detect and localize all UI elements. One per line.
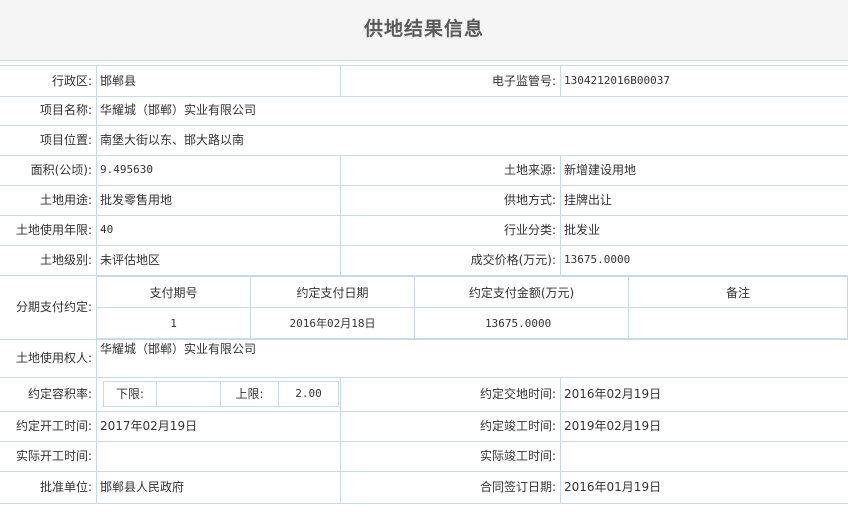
- row-project-location: 项目位置: 南堡大街以东、邯大路以南: [0, 126, 848, 156]
- price-label: 成交价格(万元):: [470, 253, 556, 267]
- installment-header-row: 支付期号 约定支付日期 约定支付金额(万元) 备注: [96, 276, 848, 308]
- actual-start-value: [96, 442, 340, 471]
- project-name-value: 华耀城（邯郸）实业有限公司: [100, 103, 257, 117]
- approval-unit-value: 邯郸县人民政府: [100, 480, 185, 494]
- area-label: 面积(公顷):: [30, 163, 92, 177]
- row-use-years: 土地使用年限: 40 行业分类: 批发业: [0, 216, 848, 246]
- land-grade-value: 未评估地区: [100, 253, 161, 267]
- land-use-value: 批发零售用地: [100, 193, 173, 207]
- land-grade-label: 土地级别:: [39, 253, 92, 267]
- contract-date-label: 合同签订日期:: [479, 480, 556, 494]
- district-label: 行政区:: [51, 74, 92, 88]
- installment-col-amount: 约定支付金额(万元): [414, 276, 629, 308]
- supervision-no-value: 1304212016B00037: [564, 74, 670, 87]
- area-value: 9.495630: [100, 163, 153, 176]
- row-area: 面积(公顷): 9.495630 土地来源: 新增建设用地: [0, 156, 848, 186]
- approval-unit-label: 批准单位:: [39, 480, 92, 494]
- installment-row: 1 2016年02月18日 13675.0000: [96, 307, 848, 339]
- use-years-label: 土地使用年限:: [15, 223, 92, 237]
- installment-period: 1: [96, 307, 251, 339]
- completion-time-value: 2019年02月19日: [564, 419, 662, 433]
- row-land-user: 土地使用权人: 华耀城（邯郸）实业有限公司: [0, 340, 848, 378]
- page-title: 供地结果信息: [363, 18, 484, 40]
- far-upper-value: 2.00: [295, 387, 322, 400]
- installment-col-date: 约定支付日期: [250, 276, 415, 308]
- installment-date: 2016年02月18日: [250, 307, 415, 339]
- installment-col-remark: 备注: [628, 276, 848, 308]
- industry-label: 行业分类:: [503, 223, 556, 237]
- project-name-label: 项目名称:: [39, 103, 92, 117]
- installment-col-period: 支付期号: [96, 276, 251, 308]
- far-lower-value: [157, 382, 221, 406]
- actual-completion-value: [560, 442, 848, 471]
- row-project-name: 项目名称: 华耀城（邯郸）实业有限公司: [0, 96, 848, 126]
- row-district: 行政区: 邯郸县 电子监管号: 1304212016B00037: [0, 65, 848, 97]
- delivery-time-value: 2016年02月19日: [564, 387, 662, 401]
- land-user-label: 土地使用权人:: [15, 351, 92, 365]
- start-time-label: 约定开工时间:: [15, 419, 92, 433]
- row-land-use: 土地用途: 批发零售用地 供地方式: 挂牌出让: [0, 186, 848, 216]
- row-installments: 分期支付约定: 支付期号 约定支付日期 约定支付金额(万元) 备注 1 2016…: [0, 276, 848, 340]
- installment-label: 分期支付约定:: [15, 300, 92, 314]
- start-time-value: 2017年02月19日: [100, 419, 198, 433]
- price-value: 13675.0000: [564, 253, 631, 266]
- completion-time-label: 约定竣工时间:: [479, 419, 556, 433]
- installment-amount: 13675.0000: [414, 307, 629, 339]
- delivery-time-label: 约定交地时间:: [479, 387, 556, 401]
- land-source-label: 土地来源:: [503, 163, 556, 177]
- district-value: 邯郸县: [100, 74, 137, 88]
- far-range-box: 下限: 上限: 2.00: [103, 381, 339, 407]
- actual-completion-label: 实际竣工时间:: [479, 449, 556, 463]
- row-far: 约定容积率: 下限: 上限: 2.00 约定交地时间: 2016年02月19日: [0, 378, 848, 412]
- use-years-value: 40: [100, 223, 114, 236]
- supply-method-label: 供地方式:: [503, 193, 556, 207]
- row-land-grade: 土地级别: 未评估地区 成交价格(万元): 13675.0000: [0, 246, 848, 276]
- far-upper-label: 上限:: [221, 382, 279, 406]
- supply-method-value: 挂牌出让: [564, 193, 613, 207]
- installment-table: 支付期号 约定支付日期 约定支付金额(万元) 备注 1 2016年02月18日 …: [96, 276, 848, 339]
- industry-value: 批发业: [564, 223, 601, 237]
- installment-remark: [628, 307, 848, 339]
- land-use-label: 土地用途:: [39, 193, 92, 207]
- project-location-value: 南堡大街以东、邯大路以南: [100, 133, 245, 147]
- project-location-label: 项目位置:: [39, 133, 92, 147]
- row-approval: 批准单位: 邯郸县人民政府 合同签订日期: 2016年01月19日: [0, 472, 848, 504]
- actual-start-label: 实际开工时间:: [15, 449, 92, 463]
- row-start-time: 约定开工时间: 2017年02月19日 约定竣工时间: 2019年02月19日: [0, 412, 848, 442]
- land-user-value: 华耀城（邯郸）实业有限公司: [100, 342, 257, 356]
- supervision-no-label: 电子监管号:: [491, 74, 556, 88]
- land-source-value: 新增建设用地: [564, 163, 637, 177]
- far-label: 约定容积率:: [27, 387, 92, 401]
- header-bar: 供地结果信息: [0, 0, 848, 61]
- row-actual-start: 实际开工时间: 实际竣工时间:: [0, 442, 848, 472]
- far-lower-label: 下限:: [104, 382, 157, 406]
- contract-date-value: 2016年01月19日: [564, 480, 662, 494]
